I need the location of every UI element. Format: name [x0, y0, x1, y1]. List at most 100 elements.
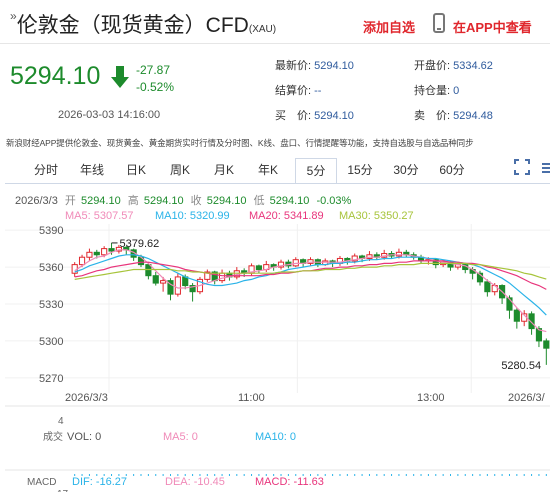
tab-year-line[interactable]: 年线 — [70, 158, 114, 183]
quote-value: 5334.62 — [453, 60, 493, 72]
ma-legend: MA5: 5307.57 MA10: 5320.99 MA20: 5341.89… — [65, 210, 414, 222]
tab-minute[interactable]: 分时 — [22, 158, 70, 183]
tab-monthly-k[interactable]: 月K — [202, 158, 246, 183]
x-tick-label: 2026/3/3 — [65, 392, 108, 404]
legend-ma5: MA5: 5307.57 — [65, 210, 134, 222]
info-high: 5294.10 — [144, 195, 184, 207]
info-close: 5294.10 — [207, 195, 247, 207]
candle-body — [255, 265, 262, 271]
x-tick-label: 11:00 — [238, 392, 265, 404]
quote-bid: 买 价: 5294.10 — [275, 107, 354, 123]
info-open-label: 开 — [65, 195, 76, 207]
vol-ma10: MA10: 0 — [255, 431, 296, 443]
quote-open: 开盘价: 5334.62 — [414, 57, 493, 73]
tab-weekly-k[interactable]: 周K — [158, 158, 202, 183]
quote-timestamp: 2026-03-03 14:16:00 — [58, 109, 161, 121]
quote-position: 持仓量: 0 — [414, 82, 459, 98]
quote-value: -- — [314, 85, 322, 97]
y-tick-label: 5390 — [39, 225, 63, 237]
chart-info-row: 2026/3/3 开 5294.10 高 5294.10 收 5294.10 低… — [15, 193, 352, 207]
candle-body — [108, 248, 115, 252]
price-grid — [5, 224, 550, 393]
candle-body — [145, 264, 152, 277]
legend-ma30: MA30: 5350.27 — [339, 210, 414, 222]
vol-title: 成交 — [43, 430, 63, 443]
candle-body — [182, 276, 189, 287]
candle-body — [174, 276, 181, 295]
period-tabs: 分时 年线 日K 周K 月K 年K 5分 15分 30分 60分 — [22, 158, 550, 183]
moving-average-lines — [74, 249, 547, 333]
page-title: »伦敦金（现货黄金）CFD(XAU) — [10, 9, 276, 39]
phone-icon — [433, 13, 445, 33]
quote-value: 5294.10 — [314, 110, 354, 122]
macd-bars — [74, 474, 547, 476]
page-header: »伦敦金（现货黄金）CFD(XAU) 添加自选 在APP中查看 — [0, 0, 550, 44]
candle-body — [101, 248, 108, 256]
settings-icon[interactable] — [540, 160, 550, 176]
macd-title: MACD — [27, 477, 56, 488]
tab-15min[interactable]: 15分 — [337, 158, 383, 183]
candle-body — [513, 309, 520, 322]
macd-dif: DIF: -16.27 — [72, 476, 127, 488]
quote-label: 最新价: — [275, 60, 312, 72]
time-axis: 2026/3/3 11:00 13:00 2026/3/ — [65, 392, 546, 404]
page-description: 新浪财经APP提供伦敦金、现货黄金、黄金期货实时行情及分时图、K线、盘口、行情提… — [6, 138, 474, 148]
y-tick-label: 5300 — [39, 336, 63, 348]
tab-60min[interactable]: 60分 — [429, 158, 475, 183]
tab-30min[interactable]: 30分 — [383, 158, 429, 183]
legend-ma10: MA10: 5320.99 — [155, 210, 230, 222]
candle-body — [543, 340, 550, 349]
candle-body — [218, 272, 226, 282]
candle-body — [484, 281, 491, 293]
macd-dea: DEA: -10.45 — [165, 476, 225, 488]
y-tick-label: 5270 — [39, 373, 63, 385]
macd-value: MACD: -11.63 — [255, 476, 324, 488]
instrument-name: 伦敦金（现货黄金）CFD — [16, 14, 249, 37]
extreme-labels: 5379.62 5280.54 — [111, 238, 541, 372]
vol-unit: 4 — [58, 416, 64, 427]
quote-value: 0 — [453, 85, 460, 97]
info-high-label: 高 — [128, 193, 139, 207]
last-price: 5294.10 — [10, 62, 101, 90]
price-change: -27.87 -0.52% — [136, 62, 174, 96]
legend-ma20: MA20: 5341.89 — [249, 210, 324, 222]
info-close-label: 收 — [191, 193, 202, 207]
tab-daily-k[interactable]: 日K — [114, 158, 158, 183]
kline-chart[interactable]: 2026/3/3 开 5294.10 高 5294.10 收 5294.10 低… — [5, 184, 550, 492]
x-tick-label: 2026/3/ — [508, 392, 546, 404]
quote-label: 卖 价: — [414, 110, 451, 122]
quote-label: 开盘价: — [414, 60, 451, 72]
vol-legend: VOL: 0 MA5: 0 MA10: 0 — [67, 431, 296, 443]
tab-5min[interactable]: 5分 — [295, 158, 337, 183]
candle-body — [395, 251, 403, 257]
candle-body — [78, 256, 86, 266]
quote-ask: 卖 价: 5294.48 — [414, 107, 493, 123]
quote-label: 买 价: — [275, 110, 312, 122]
x-tick-label: 13:00 — [417, 392, 445, 404]
candle-body — [93, 251, 100, 256]
instrument-code: (XAU) — [248, 24, 277, 35]
change-value: -27.87 — [136, 63, 171, 77]
title-icon: » — [10, 9, 17, 23]
high-label: 5379.62 — [120, 238, 160, 250]
add-favorite-button[interactable]: 添加自选 — [363, 17, 415, 36]
info-low: 5294.10 — [270, 195, 310, 207]
candle-body — [86, 251, 93, 258]
candle-body — [292, 259, 299, 267]
kline-chart-panel[interactable]: 2026/3/3 开 5294.10 高 5294.10 收 5294.10 低… — [5, 183, 550, 492]
price-axis: 5390 5360 5330 5300 5270 — [39, 225, 63, 385]
vol-value: VOL: 0 — [67, 431, 101, 443]
quote-label: 持仓量: — [414, 85, 451, 97]
quote-label: 结算价: — [275, 85, 312, 97]
quote-value: 5294.48 — [453, 110, 493, 122]
down-arrow-icon — [111, 66, 129, 88]
quote-settle: 结算价: -- — [275, 82, 321, 98]
quote-value: 5294.10 — [314, 60, 354, 72]
info-low-label: 低 — [254, 194, 265, 207]
view-in-app-link[interactable]: 在APP中查看 — [453, 17, 532, 36]
info-open: 5294.10 — [81, 195, 121, 207]
candle-body — [160, 280, 167, 284]
tab-yearly-k[interactable]: 年K — [246, 158, 290, 183]
fullscreen-icon[interactable] — [514, 159, 530, 175]
info-date: 2026/3/3 — [15, 195, 58, 207]
